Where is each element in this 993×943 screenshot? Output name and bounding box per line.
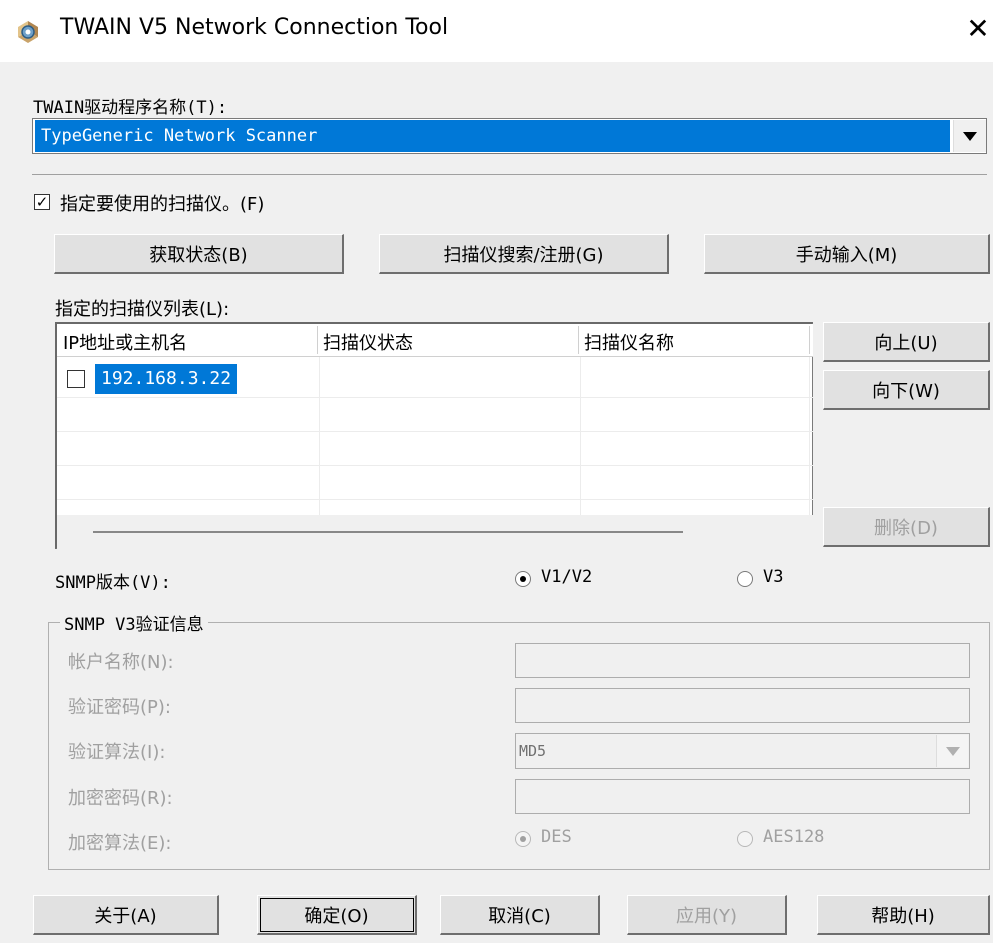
move-up-button[interactable]: 向上(U): [823, 322, 990, 362]
snmp-v1v2-radio[interactable]: [515, 571, 531, 587]
snmp-v1v2-label: V1/V2: [541, 567, 593, 587]
driver-select[interactable]: TypeGeneric Network Scanner: [32, 118, 987, 154]
window-title: TWAIN V5 Network Connection Tool: [60, 15, 449, 40]
enc-password-label: 加密密码(R):: [68, 788, 173, 809]
account-name-input[interactable]: [515, 643, 970, 678]
grid-line: [57, 431, 813, 432]
driver-selected-value: TypeGeneric Network Scanner: [35, 120, 950, 152]
auth-algorithm-select[interactable]: MD5: [515, 733, 970, 769]
search-register-button[interactable]: 扫描仪搜索/注册(G): [379, 234, 669, 274]
enc-aes128-label: AES128: [763, 827, 825, 847]
table-row[interactable]: 192.168.3.22: [57, 360, 813, 396]
apply-button[interactable]: 应用(Y): [627, 895, 787, 935]
account-name-label: 帐户名称(N):: [68, 652, 174, 673]
driver-label: TWAIN驱动程序名称(T):: [33, 98, 228, 118]
snmp-v3-group-title: SNMP V3验证信息: [60, 610, 208, 635]
column-divider: [578, 326, 579, 354]
column-divider: [317, 326, 318, 354]
close-button[interactable]: ✕: [966, 12, 990, 45]
grid-line: [57, 397, 813, 398]
enc-aes128-radio[interactable]: [737, 831, 753, 847]
row-checkbox[interactable]: [67, 370, 85, 388]
chevron-down-icon[interactable]: [953, 120, 986, 152]
snmp-version-label: SNMP版本(V):: [55, 573, 171, 593]
about-button[interactable]: 关于(A): [33, 895, 219, 935]
auth-algorithm-label: 验证算法(I):: [68, 742, 166, 763]
specify-scanner-label: 指定要使用的扫描仪。(F): [60, 194, 265, 215]
move-down-button[interactable]: 向下(W): [823, 370, 990, 410]
scanner-list-label: 指定的扫描仪列表(L):: [55, 299, 230, 320]
snmp-v3-radio[interactable]: [737, 571, 753, 587]
delete-button[interactable]: 删除(D): [823, 507, 990, 547]
divider: [32, 174, 987, 175]
app-icon: [14, 17, 42, 45]
specify-scanner-checkbox[interactable]: ✓: [34, 194, 50, 210]
column-header-name[interactable]: 扫描仪名称: [584, 329, 674, 355]
row-ip-cell: 192.168.3.22: [95, 364, 238, 394]
ok-button[interactable]: 确定(O): [257, 895, 417, 935]
column-header-ip[interactable]: IP地址或主机名: [63, 329, 187, 355]
column-header-status[interactable]: 扫描仪状态: [323, 329, 413, 355]
horizontal-scrollbar[interactable]: [57, 515, 813, 549]
enc-des-radio[interactable]: [515, 831, 531, 847]
help-button[interactable]: 帮助(H): [817, 895, 990, 935]
auth-algorithm-value: MD5: [519, 742, 547, 760]
column-divider: [809, 326, 810, 354]
snmp-v3-label: V3: [763, 567, 784, 587]
auth-password-label: 验证密码(P):: [68, 697, 171, 718]
enc-algorithm-label: 加密算法(E):: [68, 833, 172, 854]
cancel-button[interactable]: 取消(C): [440, 895, 600, 935]
chevron-down-icon[interactable]: [936, 735, 968, 767]
grid-line: [57, 499, 813, 500]
enc-des-label: DES: [541, 827, 572, 847]
scanner-list[interactable]: IP地址或主机名 扫描仪状态 扫描仪名称 192.168.3.22: [55, 322, 813, 549]
auth-password-input[interactable]: [515, 688, 970, 723]
grid-line: [57, 465, 813, 466]
manual-input-button[interactable]: 手动输入(M): [704, 234, 990, 274]
enc-password-input[interactable]: [515, 779, 970, 814]
scrollbar-thumb[interactable]: [93, 531, 683, 533]
get-status-button[interactable]: 获取状态(B): [54, 234, 344, 274]
